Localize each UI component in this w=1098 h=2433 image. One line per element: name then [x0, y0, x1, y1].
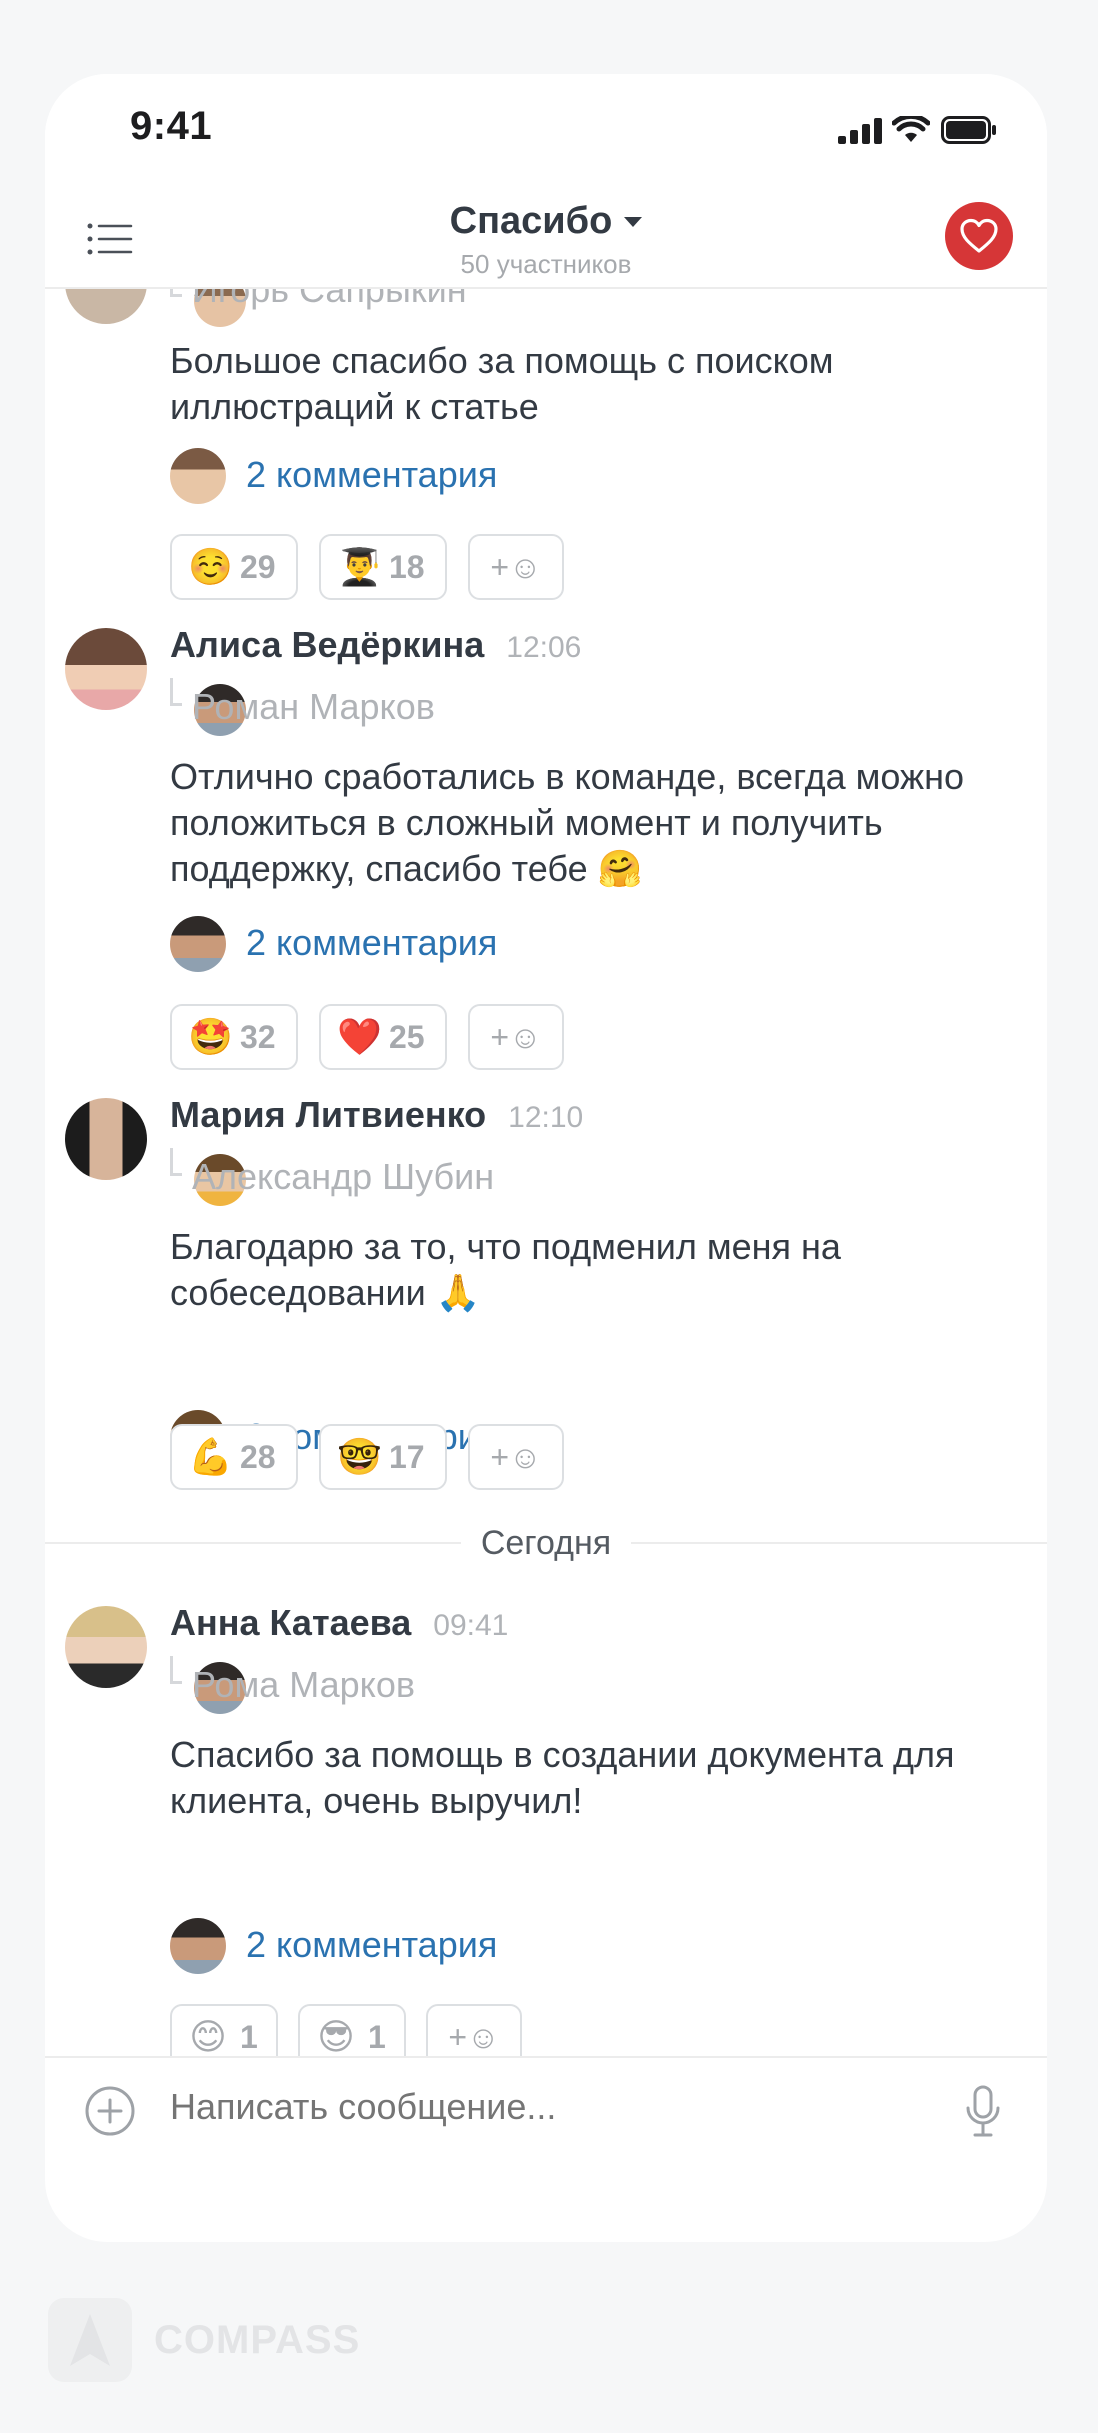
message-text: Благодарю за то, что подменил меня на со…	[170, 1226, 841, 1313]
message-text: Спасибо за помощь в создании документа д…	[170, 1734, 955, 1821]
attach-plus-icon[interactable]	[83, 2084, 137, 2138]
author-name[interactable]: Анна Катаева 09:41	[170, 1602, 508, 1644]
chat-header: Спасибо 50 участников	[45, 194, 1047, 289]
author-name-text: Мария Литвиенко	[170, 1094, 487, 1135]
message-input[interactable]	[170, 2086, 870, 2128]
reaction-count: 1	[368, 2018, 386, 2055]
phone-frame: Игорь Сапрыкин Большое спасибо за помощь…	[45, 74, 1047, 2242]
compass-arrow-icon	[70, 2314, 110, 2366]
thanks-button[interactable]	[945, 202, 1013, 270]
status-time: 9:41	[130, 104, 213, 148]
author-avatar[interactable]	[65, 628, 147, 710]
add-reaction-icon: +☺	[490, 1018, 542, 1055]
author-name[interactable]: Мария Литвиенко 12:10	[170, 1094, 583, 1136]
status-bar: 9:41	[45, 74, 1047, 194]
battery-icon	[941, 116, 996, 144]
add-reaction-icon: +☺	[448, 2018, 500, 2055]
brand-name: COMPASS	[154, 2317, 361, 2362]
reply-name: Рома Марков	[192, 1664, 415, 1705]
reaction-chip[interactable]: ❤️ 25	[319, 1004, 447, 1070]
commenter-avatar	[170, 448, 226, 504]
author-avatar[interactable]	[65, 1098, 147, 1180]
compass-logo-mark	[48, 2298, 132, 2382]
reaction-emoji: 💪	[188, 1436, 233, 1477]
reaction-count: 18	[389, 548, 425, 585]
message-text: Отлично сработались в команде, всегда мо…	[170, 756, 964, 889]
chat-title-text: Спасибо	[449, 200, 613, 242]
add-reaction-button[interactable]: +☺	[468, 1004, 564, 1070]
reaction-count: 17	[389, 1438, 425, 1475]
message-time: 09:41	[433, 1609, 509, 1642]
reaction-chip[interactable]: ☺️ 29	[170, 534, 298, 600]
author-name[interactable]: Алиса Ведёркина 12:06	[170, 624, 581, 666]
message-time: 12:10	[508, 1101, 584, 1134]
reaction-emoji: ☺️	[188, 546, 233, 587]
commenter-avatar	[170, 1918, 226, 1974]
message-composer	[45, 2056, 1047, 2166]
author-name-text: Анна Катаева	[170, 1602, 412, 1643]
message-time: 12:06	[506, 631, 582, 664]
heart-icon	[960, 218, 998, 253]
chevron-down-icon	[624, 217, 643, 227]
reaction-count: 25	[389, 1018, 425, 1055]
reaction-emoji: 🤓	[337, 1436, 382, 1477]
add-reaction-icon: +☺	[490, 548, 542, 585]
cellular-signal-icon	[838, 118, 882, 144]
reaction-emoji: 😎	[317, 2016, 355, 2057]
reaction-emoji: 🤩	[188, 1016, 233, 1057]
add-reaction-button[interactable]: +☺	[468, 1424, 564, 1490]
reply-line	[170, 1148, 182, 1176]
date-divider-label: Сегодня	[460, 1524, 632, 1562]
reaction-chip[interactable]: 💪 28	[170, 1424, 298, 1490]
add-reaction-icon: +☺	[490, 1438, 542, 1475]
reply-line	[170, 1656, 182, 1684]
reply-name: Александр Шубин	[192, 1156, 495, 1197]
reaction-count: 32	[240, 1018, 276, 1055]
comments-count-label: 2 комментария	[246, 454, 498, 495]
reaction-chip[interactable]: 🤩 32	[170, 1004, 298, 1070]
members-count: 50 участников	[460, 249, 632, 279]
reaction-chip[interactable]: 👨‍🎓 18	[319, 534, 447, 600]
wifi-icon	[892, 116, 930, 142]
compass-logo: COMPASS	[48, 2298, 360, 2382]
chat-title-dropdown[interactable]: Спасибо 50 участников	[45, 200, 1047, 280]
reaction-emoji: 👨‍🎓	[337, 546, 382, 587]
comments-count-label: 2 комментария	[246, 922, 498, 963]
reaction-count: 29	[240, 548, 276, 585]
reaction-count: 1	[240, 2018, 258, 2055]
author-avatar[interactable]	[65, 1606, 147, 1688]
author-name-text: Алиса Ведёркина	[170, 624, 485, 665]
date-divider: Сегодня	[45, 1524, 1047, 1563]
message-feed[interactable]: Игорь Сапрыкин Большое спасибо за помощь…	[45, 74, 1047, 2134]
reaction-chip[interactable]: 🤓 17	[319, 1424, 447, 1490]
comments-count-label: 2 комментария	[246, 1924, 498, 1965]
reaction-emoji: 😊	[189, 2016, 227, 2057]
microphone-icon[interactable]	[963, 2084, 1003, 2140]
message-text: Большое спасибо за помощь с поиском иллю…	[170, 340, 834, 427]
reply-line	[170, 678, 182, 706]
add-reaction-button[interactable]: +☺	[468, 534, 564, 600]
reply-name: Роман Марков	[192, 686, 435, 727]
reaction-count: 28	[240, 1438, 276, 1475]
chat-title: Спасибо	[450, 200, 643, 243]
reaction-emoji: ❤️	[337, 1016, 382, 1057]
commenter-avatar	[170, 916, 226, 972]
